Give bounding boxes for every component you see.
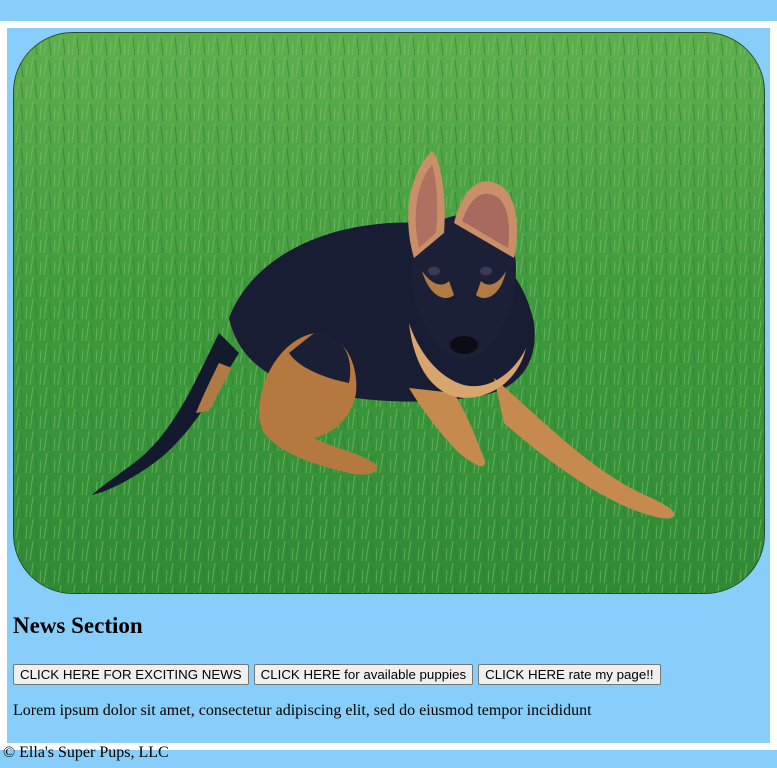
- news-button-row: CLICK HERE FOR EXCITING NEWS CLICK HERE …: [13, 664, 661, 685]
- content-frame: News Section CLICK HERE FOR EXCITING NEW…: [0, 21, 777, 750]
- available-puppies-button[interactable]: CLICK HERE for available puppies: [253, 664, 474, 685]
- news-body-text: Lorem ipsum dolor sit amet, consectetur …: [13, 702, 592, 719]
- exciting-news-button[interactable]: CLICK HERE FOR EXCITING NEWS: [13, 664, 249, 685]
- puppy-photo: [14, 33, 764, 593]
- footer-copyright: © Ella's Super Pups, LLC: [3, 744, 169, 761]
- news-section-title: News Section: [13, 613, 143, 638]
- hero-image: [13, 32, 765, 594]
- rate-page-button[interactable]: CLICK HERE rate my page!!: [478, 664, 661, 685]
